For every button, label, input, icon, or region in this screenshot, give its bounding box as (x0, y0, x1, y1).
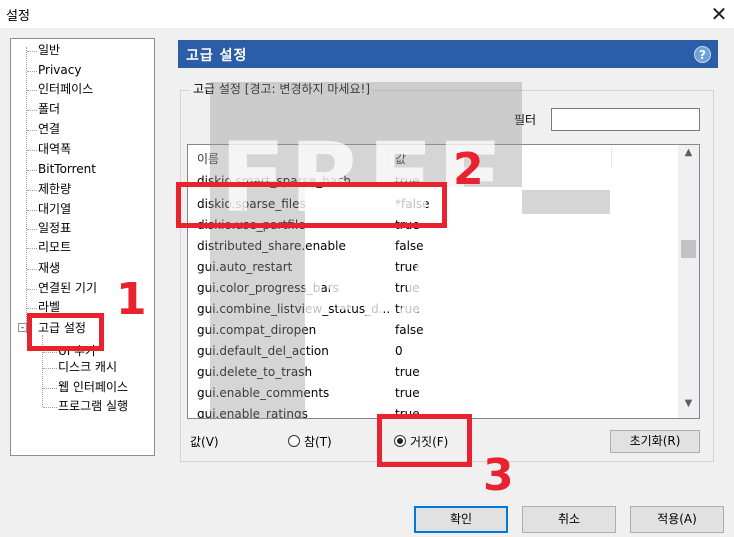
tree-connector (43, 407, 57, 408)
tree-item-bandwidth[interactable]: 대역폭 (38, 141, 71, 157)
tree-item-privacy[interactable]: Privacy (38, 62, 81, 78)
tree-connector (27, 150, 37, 151)
tree-item-queueing[interactable]: 대기열 (38, 201, 71, 217)
tree-connector (27, 269, 37, 270)
tree-connector (27, 51, 37, 52)
tree-connector (27, 210, 37, 211)
apply-button[interactable]: 적용(A) (630, 506, 724, 533)
setting-value: 0 (395, 344, 403, 358)
annotation-box-2 (176, 182, 447, 228)
ok-button[interactable]: 확인 (414, 506, 508, 533)
scroll-up-icon[interactable]: ▲ (678, 147, 699, 165)
tree-item-scheduler[interactable]: 일정표 (38, 220, 71, 236)
tree-connector (43, 388, 57, 389)
tree-connector (43, 368, 57, 369)
tree-connector (27, 190, 37, 191)
tree-connector (27, 248, 37, 249)
scroll-thumb[interactable] (681, 240, 696, 258)
annotation-number-3: 3 (483, 450, 514, 501)
section-header: 고급 설정 ? (178, 40, 718, 68)
scroll-down-icon[interactable]: ▼ (678, 398, 699, 416)
tree-connector (27, 110, 37, 111)
setting-value: true (395, 365, 420, 379)
radio-true-label[interactable]: 참(T) (304, 433, 332, 450)
tree-item-remote[interactable]: 리모트 (38, 239, 71, 255)
tree-connector (27, 308, 37, 309)
tree-connector (27, 71, 37, 72)
value-label: 값(V) (190, 435, 219, 449)
collapse-toggle-icon[interactable]: - (18, 323, 27, 333)
cancel-button[interactable]: 취소 (522, 506, 616, 533)
tree-item-interface[interactable]: 인터페이스 (38, 81, 93, 97)
tree-connector (27, 289, 37, 290)
radio-true[interactable] (288, 435, 300, 447)
annotation-number-2: 2 (453, 144, 484, 195)
tree-connector (27, 130, 37, 131)
close-icon[interactable]: ✕ (704, 0, 734, 28)
filter-input[interactable] (551, 108, 700, 131)
section-title: 고급 설정 (186, 48, 248, 64)
watermark-block (522, 190, 610, 214)
settings-tree: - 일반 Privacy 인터페이스 폴더 연결 대역폭 BitTorrent … (10, 38, 155, 456)
reset-button[interactable]: 초기화(R) (610, 430, 700, 453)
tree-item-folders[interactable]: 폴더 (38, 101, 60, 117)
watermark-text: MAN (296, 234, 559, 346)
tree-item-bittorrent[interactable]: BitTorrent (38, 161, 96, 177)
annotation-box-1 (27, 313, 104, 351)
annotation-box-3 (377, 414, 472, 467)
tree-item-paired-devices[interactable]: 연결된 기기 (38, 280, 97, 296)
tree-connector (27, 229, 37, 230)
tree-item-transfer-cap[interactable]: 제한량 (38, 181, 71, 197)
help-icon[interactable]: ? (694, 46, 711, 63)
tree-connector (27, 90, 37, 91)
tree-item-web-ui[interactable]: 웹 인터페이스 (58, 379, 128, 395)
tree-connector (43, 352, 57, 353)
tree-item-playback[interactable]: 재생 (38, 260, 60, 276)
tree-connector (27, 170, 37, 171)
tree-item-general[interactable]: 일반 (38, 42, 60, 58)
tree-item-connection[interactable]: 연결 (38, 121, 60, 137)
tree-item-run-program[interactable]: 프로그램 실행 (58, 398, 128, 414)
title-bar: 설정 ✕ (0, 0, 734, 28)
list-scrollbar[interactable] (678, 145, 699, 418)
window-title: 설정 (6, 9, 30, 24)
tree-item-disk-cache[interactable]: 디스크 캐시 (58, 359, 117, 375)
annotation-number-1: 1 (116, 274, 147, 325)
setting-value: true (395, 386, 420, 400)
column-separator (611, 147, 612, 167)
